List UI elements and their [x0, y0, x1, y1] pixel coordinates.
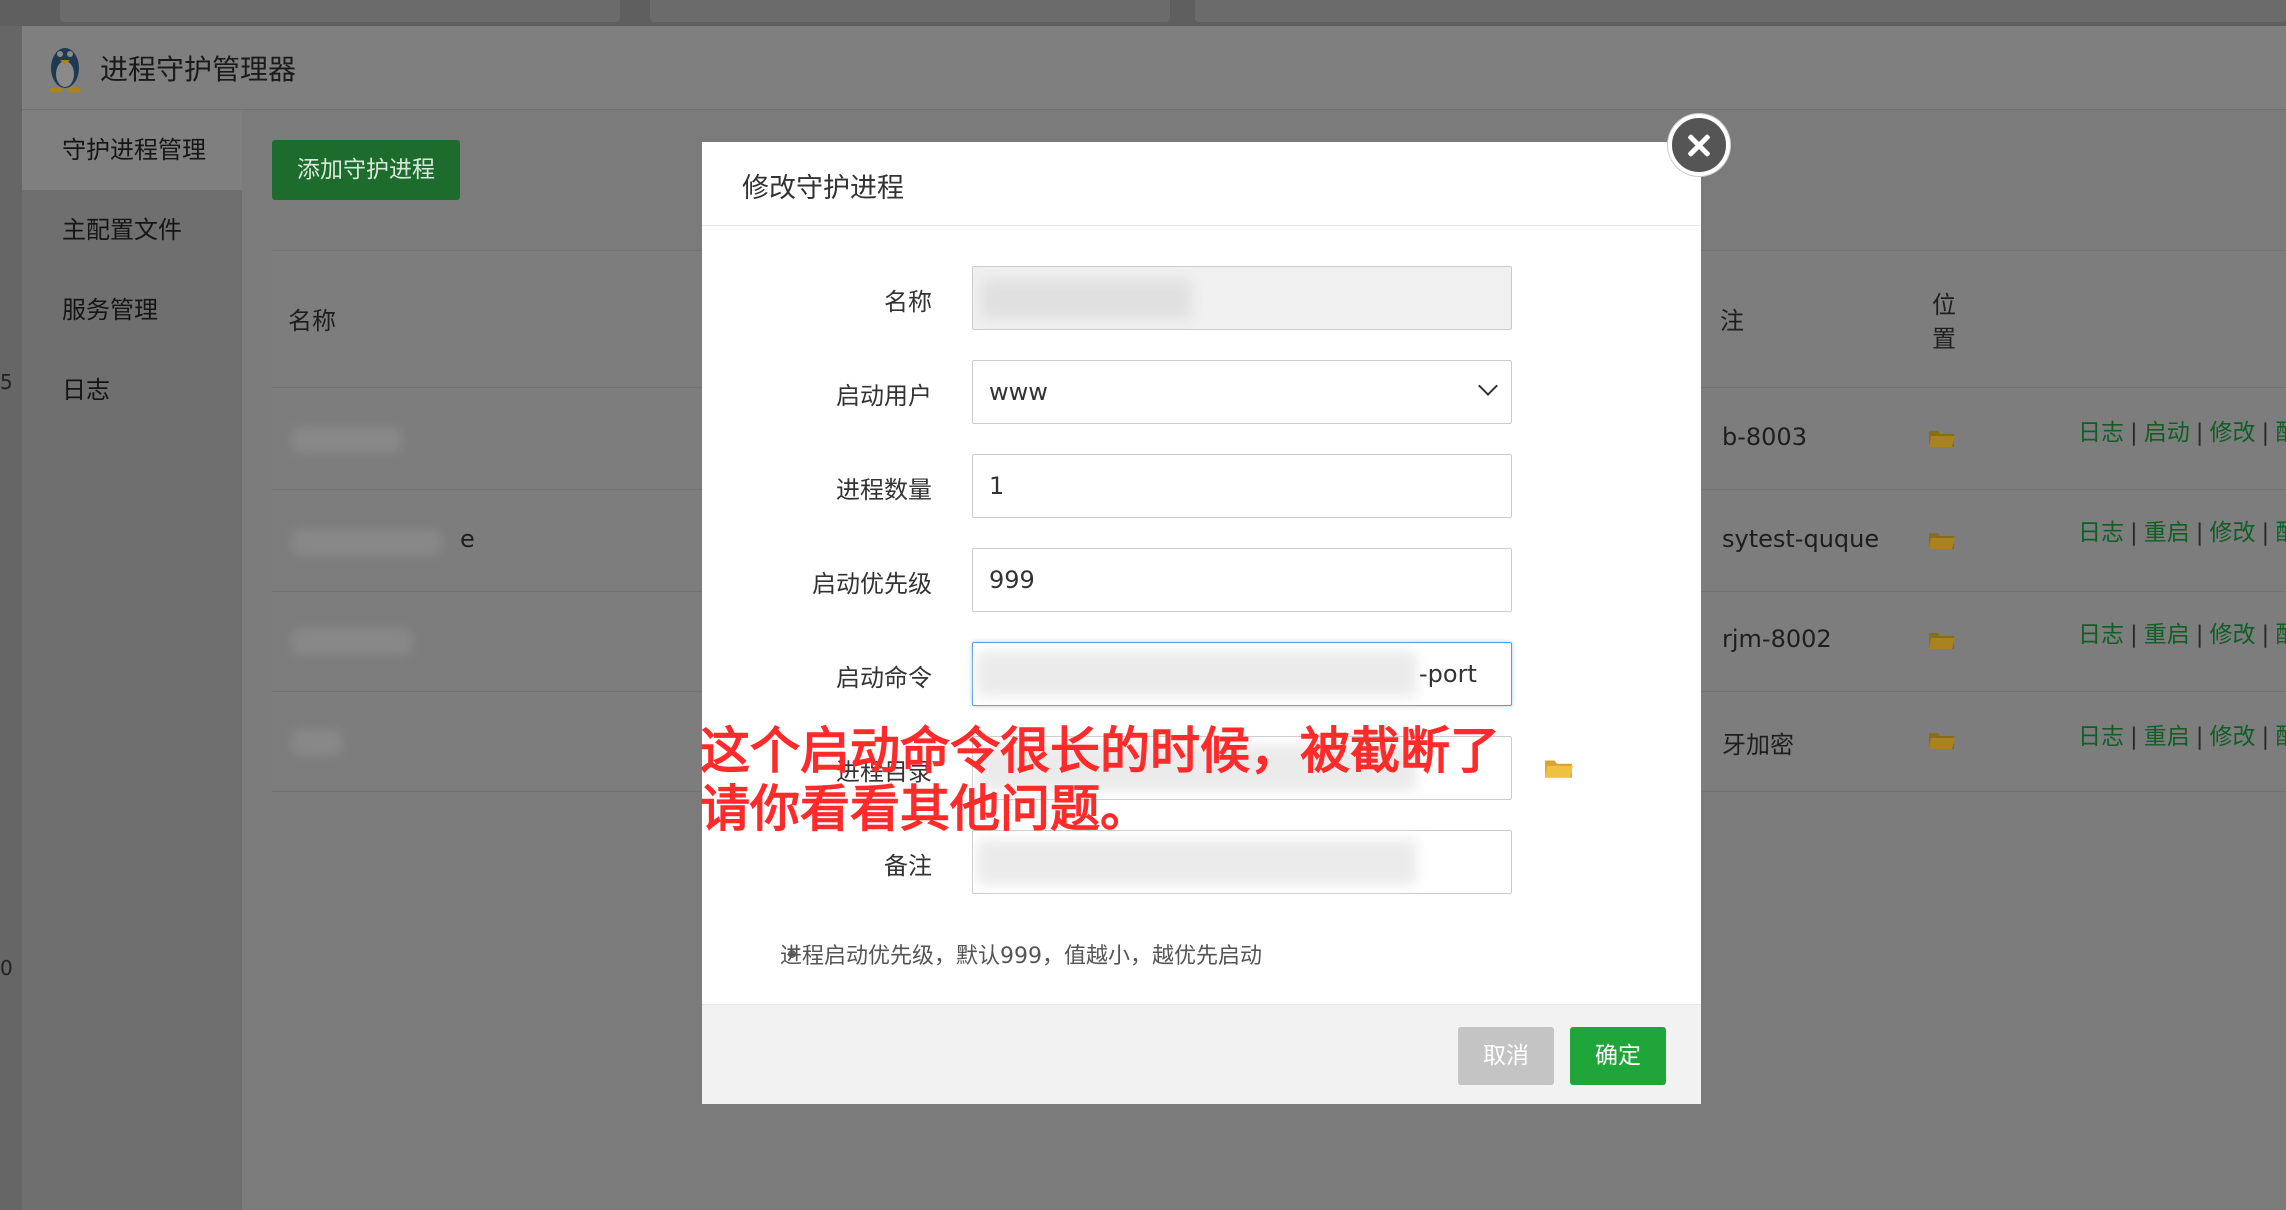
- sidebar: 守护进程管理 主配置文件 服务管理 日志: [22, 110, 242, 1210]
- priority-input[interactable]: 999: [972, 548, 1512, 612]
- config-link[interactable]: 配置文: [2275, 724, 2286, 750]
- blurred-process-name: [292, 427, 402, 453]
- sidebar-item-service-management[interactable]: 服务管理: [22, 270, 242, 350]
- close-icon[interactable]: [1668, 114, 1730, 176]
- background-left-strip: 5 0: [0, 26, 22, 1210]
- dialog-header: 修改守护进程: [702, 142, 1701, 226]
- start-command-input[interactable]: -port: [972, 642, 1512, 706]
- config-link[interactable]: 配置文: [2275, 622, 2286, 648]
- edit-link[interactable]: 修改: [2210, 724, 2256, 750]
- folder-icon[interactable]: [1928, 629, 1956, 651]
- start-user-value: www: [989, 378, 1048, 406]
- dialog-footer: 取消 确定: [702, 1004, 1701, 1104]
- column-header-name: 名称: [288, 307, 336, 335]
- restart-link[interactable]: 重启: [2144, 520, 2190, 546]
- dialog-title: 修改守护进程: [742, 173, 904, 204]
- start-user-select[interactable]: www: [972, 360, 1512, 424]
- edit-link[interactable]: 修改: [2210, 420, 2256, 446]
- name-label: 名称: [884, 288, 932, 316]
- column-header-location: 位: [1932, 291, 1956, 319]
- blurred-process-name: [292, 729, 342, 755]
- table-cell-note: 牙加密: [1722, 731, 1794, 759]
- edit-process-dialog: 修改守护进程 名称 启动用户 www 进程数量 1 启动优先级 999 启动命令…: [702, 142, 1701, 1104]
- cancel-button[interactable]: 取消: [1458, 1027, 1554, 1085]
- sidebar-item-process-management[interactable]: 守护进程管理: [22, 110, 242, 190]
- blurred-value: [977, 651, 1417, 697]
- blurred-process-name: [292, 629, 412, 655]
- confirm-button[interactable]: 确定: [1570, 1027, 1666, 1085]
- folder-icon[interactable]: [1928, 427, 1956, 449]
- start-command-visible-tail: -port: [1419, 660, 1477, 688]
- edit-link[interactable]: 修改: [2210, 520, 2256, 546]
- process-count-label: 进程数量: [836, 476, 932, 504]
- folder-icon[interactable]: [1928, 529, 1956, 551]
- add-process-button[interactable]: 添加守护进程: [272, 140, 460, 200]
- table-row-actions: 日志|启动|修改|配置文: [2078, 413, 2286, 447]
- table-cell-note: rjm-8002: [1722, 625, 1832, 653]
- annotation-line-2: 请你看看其他问题。: [700, 780, 1150, 838]
- folder-icon[interactable]: [1544, 756, 1574, 780]
- priority-hint: 进程启动优先级，默认999，值越小，越优先启动: [780, 944, 1262, 969]
- sidebar-item-logs[interactable]: 日志: [22, 350, 242, 430]
- name-field: [972, 266, 1512, 330]
- blurred-value: [977, 839, 1417, 885]
- log-link[interactable]: 日志: [2078, 420, 2124, 446]
- blurred-process-name: [292, 529, 442, 555]
- note-input[interactable]: [972, 830, 1512, 894]
- start-command-label: 启动命令: [836, 664, 932, 692]
- edge-number: 0: [0, 956, 13, 980]
- chevron-down-icon: [1478, 376, 1498, 396]
- table-row-actions: 日志|重启|修改|配置文: [2078, 717, 2286, 751]
- start-link[interactable]: 启动: [2144, 420, 2190, 446]
- log-link[interactable]: 日志: [2078, 520, 2124, 546]
- log-link[interactable]: 日志: [2078, 724, 2124, 750]
- annotation-line-1: 这个启动命令很长的时候，被截断了: [700, 722, 1500, 780]
- app-title: 进程守护管理器: [100, 53, 297, 86]
- priority-label: 启动优先级: [812, 570, 932, 598]
- column-header-note: 注: [1720, 307, 1744, 335]
- column-header-location: 置: [1932, 325, 1956, 353]
- annotation-overlay: 这个启动命令很长的时候，被截断了 请你看看其他问题。: [700, 722, 1500, 838]
- restart-link[interactable]: 重启: [2144, 622, 2190, 648]
- table-cell-note: sytest-quque: [1722, 525, 1880, 553]
- app-header: 进程守护管理器: [22, 26, 2286, 110]
- note-label: 备注: [884, 852, 932, 880]
- table-cell-note: b-8003: [1722, 423, 1807, 451]
- process-count-input[interactable]: 1: [972, 454, 1512, 518]
- background-window-segment: [650, 0, 1170, 22]
- sidebar-item-main-config[interactable]: 主配置文件: [22, 190, 242, 270]
- config-link[interactable]: 配置文: [2275, 420, 2286, 446]
- start-user-label: 启动用户: [836, 382, 932, 410]
- background-window-segment: [1195, 0, 2286, 22]
- edit-link[interactable]: 修改: [2210, 622, 2256, 648]
- config-link[interactable]: 配置文: [2275, 520, 2286, 546]
- edge-number: 5: [0, 370, 13, 394]
- table-row-actions: 日志|重启|修改|配置文: [2078, 615, 2286, 649]
- folder-icon[interactable]: [1928, 729, 1956, 751]
- blurred-value: [981, 279, 1191, 319]
- table-row-actions: 日志|重启|修改|配置文: [2078, 513, 2286, 547]
- table-cell-name-suffix: e: [460, 525, 475, 553]
- background-top-strip: [0, 0, 2286, 26]
- background-window-segment: [60, 0, 620, 22]
- log-link[interactable]: 日志: [2078, 622, 2124, 648]
- restart-link[interactable]: 重启: [2144, 724, 2190, 750]
- linux-penguin-icon: [49, 48, 81, 93]
